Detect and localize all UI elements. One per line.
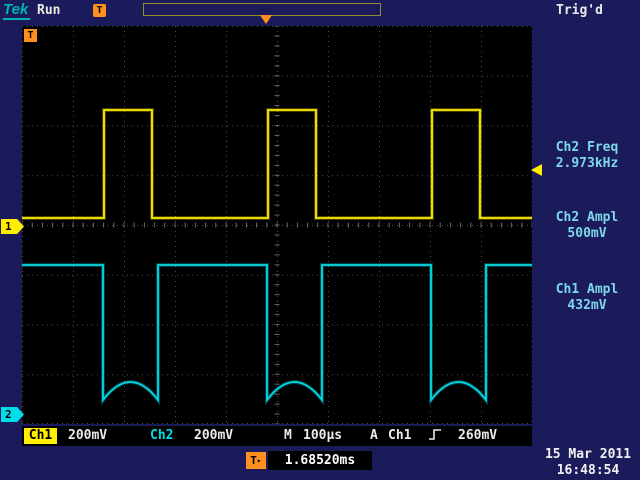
trigger-source: Ch1 <box>388 428 411 444</box>
measurement-label: Ch1 Ampl <box>536 282 638 298</box>
rising-edge-icon <box>428 428 444 446</box>
measurement-value: 500mV <box>536 226 638 242</box>
ch1-ground-marker: 1 <box>1 219 24 234</box>
status-bar: Ch1 200mV Ch2 200mV M 100µs A Ch1 260mV <box>22 426 532 446</box>
waveform-display <box>22 26 532 424</box>
time-text: 16:48:54 <box>538 463 638 479</box>
ch2-ground-marker: 2 <box>1 407 24 422</box>
measurement-ch2-ampl: Ch2 Ampl 500mV <box>536 210 638 242</box>
measurement-ch2-freq: Ch2 Freq 2.973kHz <box>536 140 638 172</box>
trigger-system-label: A <box>370 428 378 444</box>
oscilloscope-screen: Tek Run T Trig'd T 1 2 Ch2 Freq 2.973kHz… <box>0 0 640 480</box>
measurement-ch1-ampl: Ch1 Ampl 432mV <box>536 282 638 314</box>
trigger-level-value: 260mV <box>458 428 497 444</box>
ch1-scale: 200mV <box>68 428 107 444</box>
ch1-badge: Ch1 <box>24 428 57 444</box>
arrow-right-icon: ▸ <box>257 456 262 465</box>
graticule: T <box>22 26 532 424</box>
timebase-value: 100µs <box>303 428 342 444</box>
datetime-readout: 15 Mar 2011 16:48:54 <box>538 447 638 479</box>
trigger-time-icon: T▸ <box>246 452 266 469</box>
trigger-icon: T <box>93 4 106 17</box>
tek-logo: Tek <box>3 1 30 20</box>
trigger-t-glyph: T <box>250 454 257 467</box>
trigger-status: Trig'd <box>556 3 603 18</box>
measurement-label: Ch2 Ampl <box>536 210 638 226</box>
ch2-scale: 200mV <box>194 428 233 444</box>
measurement-value: 2.973kHz <box>536 156 638 172</box>
trigger-position-marker-icon <box>260 15 272 24</box>
measurement-label: Ch2 Freq <box>536 140 638 156</box>
timebase-label: M <box>284 428 292 444</box>
measurement-value: 432mV <box>536 298 638 314</box>
acquisition-status: Run <box>37 3 60 18</box>
trigger-time-readout: 1.68520ms <box>268 451 372 470</box>
date-text: 15 Mar 2011 <box>538 447 638 463</box>
ch2-label: Ch2 <box>150 428 173 444</box>
trigger-t-icon: T <box>24 29 37 42</box>
